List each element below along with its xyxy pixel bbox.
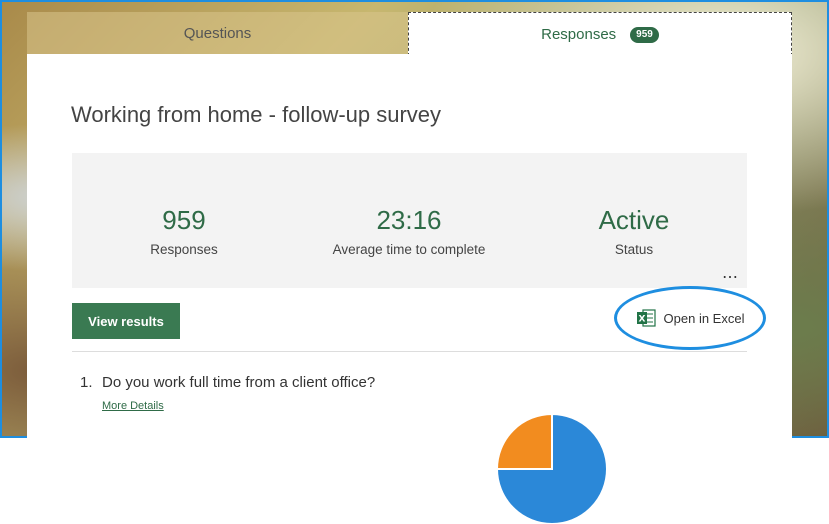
- stat-responses: 959 Responses: [84, 205, 284, 257]
- stat-label: Responses: [150, 242, 218, 257]
- more-details-link[interactable]: More Details: [102, 400, 164, 412]
- tab-questions-label: Questions: [183, 24, 252, 42]
- summary-stats: 959 Responses 23:16 Average time to comp…: [72, 153, 747, 288]
- form-title: Working from home - follow-up survey: [71, 102, 442, 127]
- svg-text:X: X: [638, 315, 645, 325]
- responses-count-badge: 959: [630, 26, 659, 43]
- open-in-excel-button[interactable]: X Open in Excel: [614, 286, 766, 350]
- responses-panel: Working from home - follow-up survey 959…: [27, 54, 792, 524]
- open-in-excel-label: Open in Excel: [663, 310, 745, 326]
- view-results-button[interactable]: View results: [72, 303, 180, 339]
- stat-label: Average time to complete: [332, 242, 486, 257]
- background-frame: Questions Responses 959 Working from hom…: [0, 0, 829, 524]
- stat-value: 959: [162, 205, 206, 235]
- question-number: 1.: [80, 374, 93, 391]
- pie-slice-orange: [497, 414, 553, 470]
- stat-label: Status: [614, 242, 654, 257]
- stat-average-time: 23:16 Average time to complete: [309, 205, 509, 257]
- tab-responses-label: Responses: [541, 26, 617, 43]
- excel-icon: X: [636, 309, 656, 327]
- stat-status: Active Status: [534, 205, 734, 257]
- more-options-icon[interactable]: …: [722, 263, 739, 282]
- response-pie-chart: [497, 414, 607, 524]
- stat-value: Active: [598, 205, 670, 235]
- tab-questions[interactable]: Questions: [27, 12, 408, 54]
- stat-value: 23:16: [376, 205, 442, 235]
- tab-responses[interactable]: Responses 959: [408, 12, 792, 56]
- divider: [72, 351, 747, 352]
- question-text: Do you work full time from a client offi…: [102, 374, 376, 391]
